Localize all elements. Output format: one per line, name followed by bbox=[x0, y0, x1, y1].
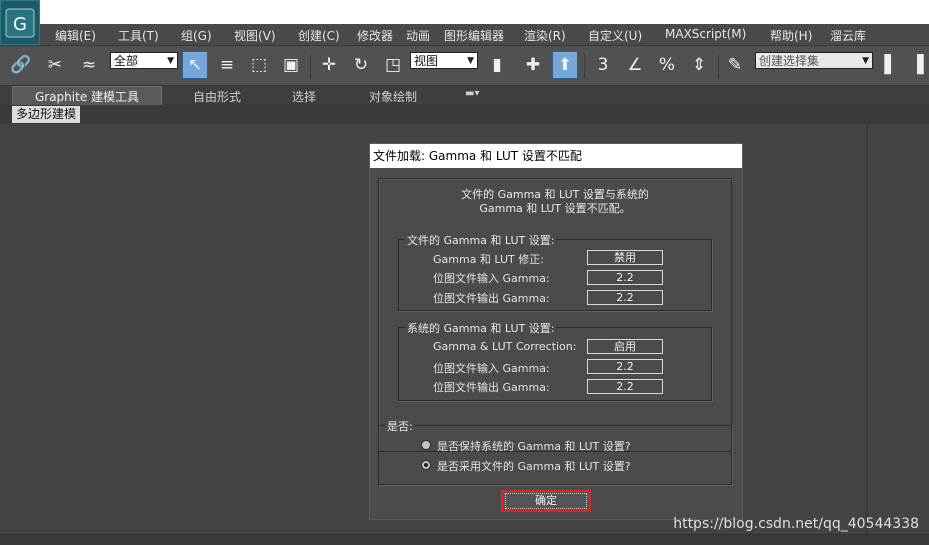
menu-create[interactable]: 创建(C) bbox=[298, 27, 340, 44]
menu-modifiers[interactable]: 修改器 bbox=[357, 27, 393, 44]
ribbon-options-icon[interactable]: ▬▾ bbox=[465, 88, 479, 99]
toolbar-divider bbox=[310, 54, 311, 78]
title-bar bbox=[0, 0, 929, 24]
system-gamma-group-title: 系统的 Gamma 和 LUT 设置: bbox=[405, 320, 557, 336]
angle-snap-icon[interactable]: ∠ bbox=[622, 51, 648, 79]
pivot-point-center-icon[interactable]: ▮ bbox=[484, 51, 510, 79]
named-selection-sets-placeholder: 创建选择集 bbox=[759, 54, 820, 68]
watermark-text: https://blog.csdn.net/qq_40544338 bbox=[673, 516, 919, 532]
reference-coordinate-dropdown[interactable]: 视图 ▼ bbox=[410, 52, 478, 69]
select-and-manipulate-icon[interactable]: ✚ bbox=[520, 51, 546, 79]
svg-text:G: G bbox=[13, 14, 27, 35]
select-object-icon[interactable]: ↖ bbox=[182, 51, 208, 79]
menu-animation[interactable]: 动画 bbox=[406, 27, 430, 44]
select-and-move-icon[interactable]: ✛ bbox=[316, 51, 342, 79]
system-output-gamma-label: 位图文件输出 Gamma: bbox=[433, 381, 550, 394]
file-output-gamma-value: 2.2 bbox=[587, 290, 663, 305]
select-and-link-icon[interactable]: 🔗 bbox=[8, 51, 34, 79]
percent-snap-icon[interactable]: % bbox=[654, 51, 680, 79]
gamma-lut-mismatch-dialog: 文件加载: Gamma 和 LUT 设置不匹配 文件的 Gamma 和 LUT … bbox=[369, 143, 743, 520]
selection-filter-value: 全部 bbox=[114, 54, 139, 68]
toolbar-divider bbox=[584, 54, 585, 78]
adopt-file-settings-label[interactable]: 是否采用文件的 Gamma 和 LUT 设置? bbox=[437, 458, 631, 474]
system-gamma-group: 系统的 Gamma 和 LUT 设置: Gamma & LUT Correcti… bbox=[398, 320, 712, 401]
system-gamma-lut-correction-label: Gamma & LUT Correction: bbox=[433, 340, 577, 353]
choice-group-title: 是否: bbox=[385, 418, 415, 434]
named-selection-sets-dropdown[interactable]: 创建选择集 ▼ bbox=[755, 52, 873, 69]
file-gamma-group: 文件的 Gamma 和 LUT 设置: Gamma 和 LUT 修正: 禁用 位… bbox=[398, 232, 712, 311]
snaps-toggle-label: 3 bbox=[597, 55, 609, 75]
percent-snap-label: % bbox=[658, 55, 676, 75]
menu-rendering[interactable]: 渲染(R) bbox=[524, 27, 566, 44]
dialog-message-line2: Gamma 和 LUT 设置不匹配。 bbox=[479, 202, 631, 215]
menu-edit[interactable]: 编辑(E) bbox=[55, 27, 96, 44]
rectangular-selection-icon[interactable]: ⬚ bbox=[246, 51, 272, 79]
menu-tools[interactable]: 工具(T) bbox=[118, 27, 159, 44]
tab-graphite-modeling-tools[interactable]: Graphite 建模工具 bbox=[12, 86, 162, 106]
app-logo-icon: G bbox=[5, 8, 35, 37]
adopt-file-settings-radio[interactable] bbox=[421, 460, 431, 470]
spinner-snap-icon[interactable]: ⇕ bbox=[686, 51, 712, 79]
menu-maxscript[interactable]: MAXScript(M) bbox=[665, 27, 746, 41]
main-toolbar: 🔗 ✂ ≈ 全部 ▼ ↖ ≡ ⬚ ▣ ✛ ↻ ◳ 视图 ▼ ▮ ✚ ⬆ 3 ∠ … bbox=[0, 45, 929, 86]
select-and-scale-icon[interactable]: ◳ bbox=[380, 51, 406, 79]
chevron-down-icon: ▼ bbox=[862, 56, 869, 66]
edit-named-selection-icon[interactable]: ✎ bbox=[722, 51, 748, 79]
file-input-gamma-label: 位图文件输入 Gamma: bbox=[433, 272, 550, 285]
system-output-gamma-value: 2.2 bbox=[587, 379, 663, 394]
file-gamma-lut-correction-value: 禁用 bbox=[587, 250, 663, 265]
tab-object-paint[interactable]: 对象绘制 bbox=[369, 88, 417, 105]
chevron-down-icon: ▼ bbox=[167, 56, 174, 66]
keep-system-settings-label[interactable]: 是否保持系统的 Gamma 和 LUT 设置? bbox=[437, 438, 631, 454]
system-input-gamma-value: 2.2 bbox=[587, 359, 663, 374]
chevron-down-icon: ▼ bbox=[467, 56, 474, 66]
file-output-gamma-label: 位图文件输出 Gamma: bbox=[433, 292, 550, 305]
snaps-toggle-icon[interactable]: 3 bbox=[590, 51, 616, 79]
align-icon[interactable]: ▐ bbox=[904, 51, 929, 79]
bind-to-space-warp-icon[interactable]: ≈ bbox=[76, 51, 102, 79]
toolbar-divider bbox=[718, 54, 719, 78]
viewport-divider bbox=[866, 124, 868, 534]
file-input-gamma-value: 2.2 bbox=[587, 270, 663, 285]
tab-label: Graphite 建模工具 bbox=[34, 89, 140, 104]
dialog-title: 文件加载: Gamma 和 LUT 设置不匹配 bbox=[370, 144, 742, 168]
keyboard-shortcut-override-icon[interactable]: ⬆ bbox=[552, 51, 578, 79]
ok-button[interactable]: 确定 bbox=[501, 490, 591, 512]
menu-view[interactable]: 视图(V) bbox=[234, 27, 276, 44]
menu-graph-editors[interactable]: 图形编辑器 bbox=[444, 27, 504, 44]
dialog-info-panel: 文件的 Gamma 和 LUT 设置与系统的 Gamma 和 LUT 设置不匹配… bbox=[378, 178, 732, 452]
tab-selection[interactable]: 选择 bbox=[292, 88, 316, 105]
menu-customize[interactable]: 自定义(U) bbox=[588, 27, 642, 44]
select-and-rotate-icon[interactable]: ↻ bbox=[348, 51, 374, 79]
ribbon-panel-bar: 多边形建模 bbox=[0, 105, 929, 125]
menu-help[interactable]: 帮助(H) bbox=[770, 27, 812, 44]
file-gamma-lut-correction-label: Gamma 和 LUT 修正: bbox=[433, 253, 544, 266]
system-input-gamma-label: 位图文件输入 Gamma: bbox=[433, 362, 550, 375]
ribbon-tab-bar: Graphite 建模工具 自由形式 选择 对象绘制 ▬▾ bbox=[0, 85, 929, 106]
choice-group: 是否: 是否保持系统的 Gamma 和 LUT 设置? 是否采用文件的 Gamm… bbox=[378, 418, 732, 485]
menu-bar: 编辑(E) 工具(T) 组(G) 视图(V) 创建(C) 修改器 动画 图形编辑… bbox=[40, 24, 929, 45]
select-by-name-icon[interactable]: ≡ bbox=[214, 51, 240, 79]
tab-freeform[interactable]: 自由形式 bbox=[193, 88, 241, 105]
file-gamma-group-title: 文件的 Gamma 和 LUT 设置: bbox=[405, 232, 557, 248]
app-logo-button[interactable]: G bbox=[0, 0, 40, 45]
menu-cloud-library[interactable]: 溜云库 bbox=[830, 27, 866, 44]
reference-coordinate-value: 视图 bbox=[414, 54, 439, 68]
unlink-selection-icon[interactable]: ✂ bbox=[42, 51, 68, 79]
polygon-modeling-tab[interactable]: 多边形建模 bbox=[12, 106, 81, 123]
window-crossing-icon[interactable]: ▣ bbox=[278, 51, 304, 79]
status-bar bbox=[0, 534, 929, 545]
mirror-icon[interactable]: ▌ bbox=[878, 51, 904, 79]
keep-system-settings-radio[interactable] bbox=[421, 440, 431, 450]
selection-filter-dropdown[interactable]: 全部 ▼ bbox=[110, 52, 178, 69]
menu-group[interactable]: 组(G) bbox=[181, 27, 212, 44]
ok-button-label: 确定 bbox=[505, 493, 587, 509]
system-gamma-lut-correction-value: 启用 bbox=[587, 339, 663, 354]
